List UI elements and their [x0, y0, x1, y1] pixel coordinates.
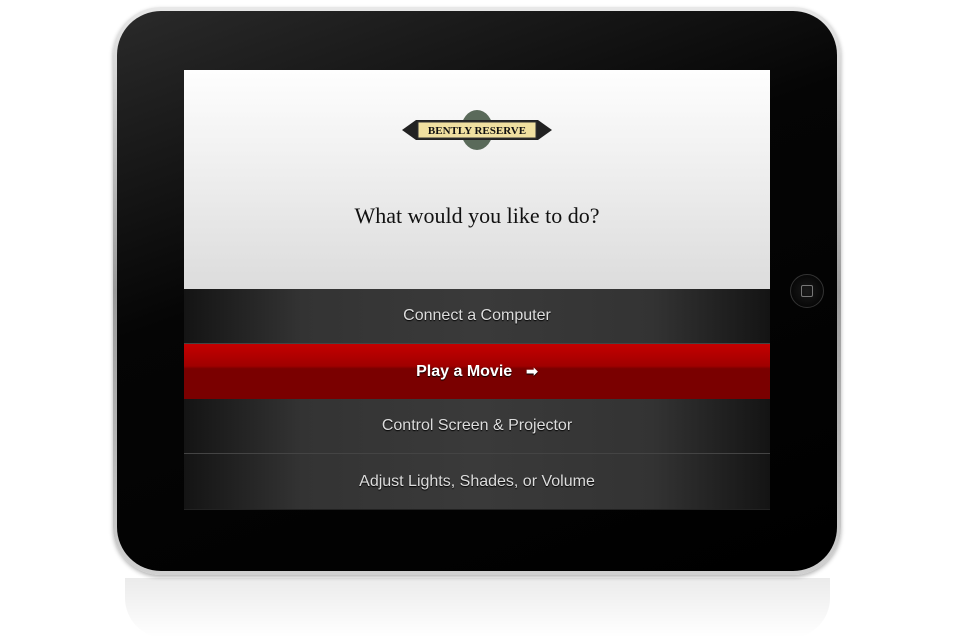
menu-item-label: Control Screen & Projector: [381, 417, 573, 434]
menu-item-adjust-lights[interactable]: Adjust Lights, Shades, or Volume: [184, 454, 770, 509]
home-button[interactable]: [790, 274, 824, 308]
home-square-icon: [801, 285, 813, 297]
menu-item-connect-computer[interactable]: Connect a Computer: [184, 289, 770, 344]
app-screen: BENTLY RESERVE What would you like to do…: [184, 70, 770, 510]
bently-reserve-logo: BENTLY RESERVE: [402, 110, 552, 150]
menu-item-control-screen[interactable]: Control Screen & Projector: [184, 399, 770, 454]
menu-item-label: Connect a Computer: [403, 307, 551, 324]
page-title: What would you like to do?: [354, 203, 600, 228]
device-reflection: [125, 578, 830, 638]
menu-item-label: Adjust Lights, Shades, or Volume: [359, 472, 595, 490]
arrow-right-icon: ➡: [526, 363, 538, 379]
header: BENTLY RESERVE What would you like to do…: [184, 70, 770, 289]
menu-item-play-movie[interactable]: Play a Movie ➡: [184, 344, 770, 399]
menu-item-label: Play a Movie: [416, 362, 513, 380]
svg-text:BENTLY RESERVE: BENTLY RESERVE: [428, 125, 526, 137]
